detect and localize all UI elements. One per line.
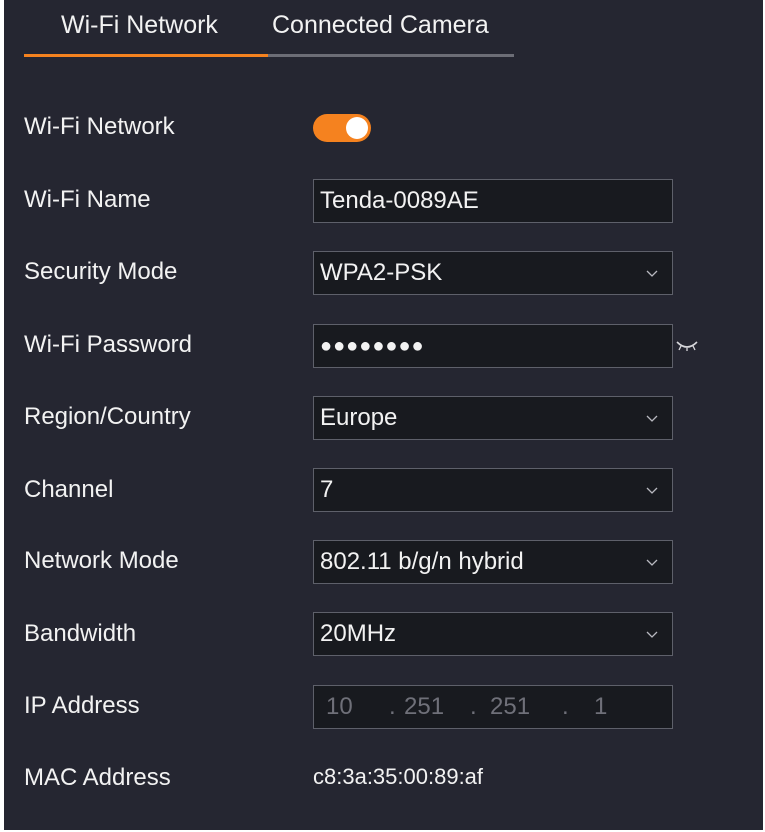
ip-octet-3: 251 (490, 693, 531, 720)
bandwidth-label: Bandwidth (24, 620, 137, 647)
bandwidth-select[interactable]: 20MHz (313, 612, 673, 656)
region-country-select[interactable]: Europe (313, 396, 673, 440)
ip-address-input: 10 . 251 . 251 . 1 (313, 685, 673, 729)
region-country-label: Region/Country (24, 403, 191, 430)
tab-bar: Wi-Fi Network Connected Camera (24, 0, 514, 58)
wifi-name-label: Wi-Fi Name (24, 186, 151, 213)
chevron-down-icon (646, 487, 658, 494)
closed-eye-icon[interactable] (676, 340, 698, 352)
mac-address-value: c8:3a:35:00:89:af (313, 764, 484, 789)
ip-address-label: IP Address (24, 692, 140, 719)
wifi-password-value: ●●●●●●●● (320, 335, 425, 357)
network-mode-select[interactable]: 802.11 b/g/n hybrid (313, 540, 673, 584)
channel-select[interactable]: 7 (313, 468, 673, 512)
ip-separator: . (562, 693, 569, 720)
active-tab-indicator (24, 54, 268, 57)
security-mode-value: WPA2-PSK (320, 259, 443, 286)
region-country-value: Europe (320, 404, 398, 431)
tab-wifi-network[interactable]: Wi-Fi Network (61, 11, 218, 40)
network-mode-value: 802.11 b/g/n hybrid (320, 548, 524, 575)
channel-value: 7 (320, 476, 334, 503)
wifi-password-input[interactable]: ●●●●●●●● (313, 324, 673, 368)
tab-connected-camera[interactable]: Connected Camera (272, 11, 489, 40)
chevron-down-icon (646, 559, 658, 566)
network-mode-label: Network Mode (24, 547, 179, 574)
ip-octet-2: 251 (404, 693, 445, 720)
ip-octet-1: 10 (326, 693, 353, 720)
wifi-network-toggle[interactable] (313, 114, 371, 142)
bandwidth-value: 20MHz (320, 620, 397, 647)
wifi-name-input[interactable]: Tenda-0089AE (313, 179, 673, 223)
ip-separator: . (470, 693, 477, 720)
wifi-password-label: Wi-Fi Password (24, 331, 193, 358)
ip-octet-4: 1 (594, 693, 608, 720)
wifi-settings-panel: Wi-Fi Network Connected Camera Wi-Fi Net… (4, 0, 763, 830)
ip-separator: . (389, 693, 396, 720)
chevron-down-icon (646, 631, 658, 638)
security-mode-label: Security Mode (24, 258, 178, 285)
chevron-down-icon (646, 270, 658, 277)
toggle-knob (346, 117, 368, 139)
wifi-network-label: Wi-Fi Network (24, 113, 175, 140)
security-mode-select[interactable]: WPA2-PSK (313, 251, 673, 295)
mac-address-label: MAC Address (24, 764, 171, 791)
channel-label: Channel (24, 476, 114, 503)
chevron-down-icon (646, 415, 658, 422)
wifi-name-value: Tenda-0089AE (320, 187, 479, 214)
